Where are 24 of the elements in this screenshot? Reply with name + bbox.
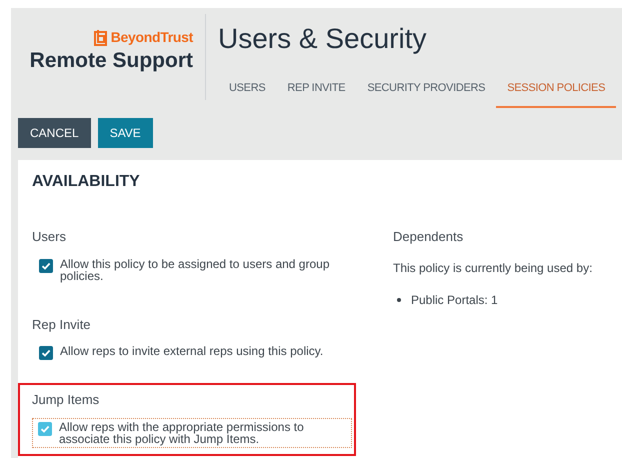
checkbox-label: Allow reps to invite external reps using this policy. xyxy=(60,345,324,360)
company-name: BeyondTrust xyxy=(110,28,193,47)
dependents-heading: Dependents xyxy=(393,228,464,246)
tab[interactable]: REP INVITE xyxy=(276,70,356,108)
checkbox-label: Allow reps with the appropriate permissions to associate this policy with Jump Items. xyxy=(59,420,305,444)
dependent-item: Public Portals: 1 xyxy=(411,292,498,308)
setting-heading: Users xyxy=(32,228,67,246)
setting-heading: Rep Invite xyxy=(32,316,92,334)
checkbox-label: Allow this policy to be assigned to users and group policies. xyxy=(60,258,330,282)
tab[interactable]: USERS xyxy=(218,70,276,108)
section-title: AVAILABILITY xyxy=(32,172,141,192)
save-button[interactable]: SAVE xyxy=(98,118,153,148)
product-name: Remote Support xyxy=(30,48,193,74)
tab[interactable]: SESSION POLICIES xyxy=(496,70,616,108)
page-title: Users & Security xyxy=(218,22,428,56)
checkbox[interactable] xyxy=(39,346,53,360)
checkbox[interactable] xyxy=(38,422,52,436)
logo-icon xyxy=(92,28,108,46)
checkbox[interactable] xyxy=(39,258,53,272)
bullet-icon xyxy=(397,298,401,302)
tab[interactable]: SECURITY PROVIDERS xyxy=(356,70,496,108)
dependents-text: This policy is currently being used by: xyxy=(393,260,592,276)
cancel-button[interactable]: CANCEL xyxy=(18,118,91,148)
setting-heading: Jump Items xyxy=(32,391,100,409)
